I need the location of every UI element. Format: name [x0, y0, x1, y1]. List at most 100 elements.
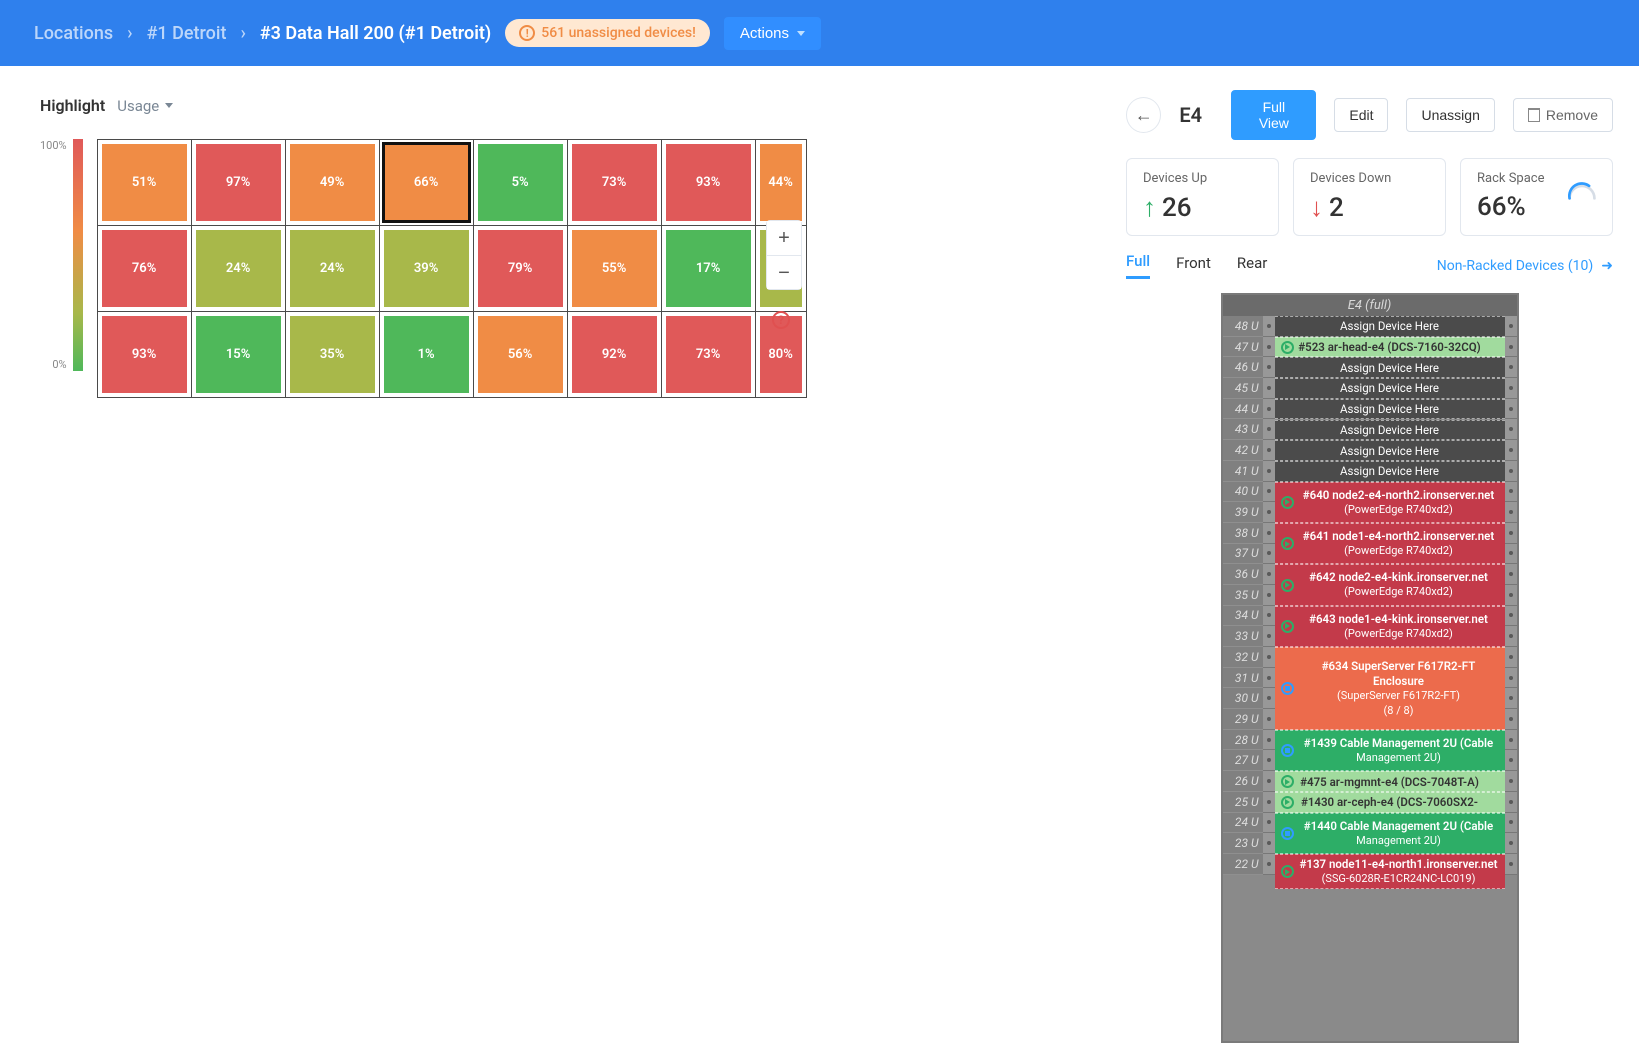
- remove-button[interactable]: Remove: [1513, 98, 1613, 132]
- play-icon: [1281, 496, 1294, 509]
- rack-device[interactable]: #634 SuperServer F617R2-FT Enclosure(Sup…: [1275, 647, 1505, 730]
- rack-tile[interactable]: 1%: [384, 316, 469, 393]
- unassigned-label: 561 unassigned devices!: [541, 25, 696, 41]
- rack-rail: [1263, 316, 1275, 875]
- tab-full[interactable]: Full: [1126, 252, 1150, 279]
- help-icon[interactable]: ?: [772, 311, 790, 329]
- rack-tile[interactable]: 15%: [196, 316, 281, 393]
- rack-detail-panel: ← E4 Full View Edit Unassign Remove Devi…: [1099, 66, 1639, 1043]
- play-icon: [1281, 796, 1294, 809]
- chevron-down-icon: [797, 31, 805, 36]
- assign-slot[interactable]: Assign Device Here: [1275, 420, 1505, 441]
- u-label: 26 U: [1223, 771, 1263, 792]
- rack-tile[interactable]: 55%: [572, 230, 657, 307]
- stop-icon: [1281, 682, 1294, 695]
- stat-value: 66%: [1477, 192, 1526, 222]
- rack-tile[interactable]: 66%: [384, 144, 469, 221]
- play-icon: [1281, 537, 1294, 550]
- tab-rear[interactable]: Rear: [1237, 254, 1267, 278]
- rack-title: E4 (full): [1223, 295, 1517, 316]
- stop-icon: [1281, 827, 1294, 840]
- rack-device[interactable]: #475 ar-mgmnt-e4 (DCS-7048T-A): [1275, 771, 1505, 792]
- usage-scale: 100% 0%: [40, 139, 83, 371]
- rack-device[interactable]: #641 node1-e4-north2.ironserver.net(Powe…: [1275, 523, 1505, 564]
- u-label: 45 U: [1223, 378, 1263, 399]
- rack-tile[interactable]: 5%: [478, 144, 563, 221]
- top-header: Locations › #1 Detroit › #3 Data Hall 20…: [0, 0, 1639, 66]
- breadcrumb-loc1[interactable]: #1 Detroit: [147, 23, 227, 44]
- rack-tile[interactable]: 35%: [290, 316, 375, 393]
- rack-device[interactable]: #1430 ar-ceph-e4 (DCS-7060SX2-: [1275, 792, 1505, 813]
- rack-tile[interactable]: 93%: [666, 144, 751, 221]
- arrow-up-icon: ↑: [1143, 192, 1156, 223]
- rack-rail: [1505, 316, 1517, 875]
- rack-tile[interactable]: 49%: [290, 144, 375, 221]
- u-label: 42 U: [1223, 440, 1263, 461]
- assign-slot[interactable]: Assign Device Here: [1275, 316, 1505, 337]
- zoom-out-button[interactable]: −: [767, 255, 801, 289]
- actions-button[interactable]: Actions: [724, 17, 821, 50]
- u-label: 33 U: [1223, 626, 1263, 647]
- assign-slot[interactable]: Assign Device Here: [1275, 357, 1505, 378]
- assign-slot[interactable]: Assign Device Here: [1275, 378, 1505, 399]
- scale-max: 100%: [40, 139, 67, 152]
- stop-icon: [1281, 744, 1294, 757]
- u-label: 47 U: [1223, 337, 1263, 358]
- rack-tile[interactable]: 73%: [666, 316, 751, 393]
- u-label: 43 U: [1223, 419, 1263, 440]
- highlight-mode-select[interactable]: Usage: [117, 97, 173, 115]
- rack-device[interactable]: #642 node2-e4-kink.ironserver.net(PowerE…: [1275, 564, 1505, 605]
- rack-device[interactable]: #137 node11-e4-north1.ironserver.net(SSG…: [1275, 854, 1505, 889]
- assign-slot[interactable]: Assign Device Here: [1275, 399, 1505, 420]
- rack-tile[interactable]: 79%: [478, 230, 563, 307]
- rack-slots: #523 ar-head-e4 (DCS-7160-32CQ) #640 node…: [1275, 316, 1505, 875]
- u-label: 39 U: [1223, 502, 1263, 523]
- stat-devices-down: Devices Down ↓2: [1293, 158, 1446, 236]
- rack-device[interactable]: #640 node2-e4-north2.ironserver.net(Powe…: [1275, 482, 1505, 523]
- chevron-right-icon: ›: [240, 23, 245, 44]
- rack-tile[interactable]: 24%: [290, 230, 375, 307]
- breadcrumb: Locations › #1 Detroit › #3 Data Hall 20…: [34, 23, 491, 44]
- rack-tile[interactable]: 44%: [760, 144, 802, 221]
- u-label: 27 U: [1223, 750, 1263, 771]
- u-label: 36 U: [1223, 564, 1263, 585]
- full-view-button[interactable]: Full View: [1231, 90, 1316, 140]
- edit-button[interactable]: Edit: [1334, 98, 1388, 132]
- assign-slot[interactable]: Assign Device Here: [1275, 440, 1505, 461]
- rack-tile[interactable]: 97%: [196, 144, 281, 221]
- rack-device[interactable]: #1439 Cable Management 2U (CableManageme…: [1275, 730, 1505, 771]
- u-label: 25 U: [1223, 792, 1263, 813]
- zoom-in-button[interactable]: +: [767, 221, 801, 255]
- rack-tile[interactable]: 24%: [196, 230, 281, 307]
- non-racked-link[interactable]: Non-Racked Devices (10) ➜: [1437, 258, 1613, 274]
- rack-tile[interactable]: 73%: [572, 144, 657, 221]
- stat-label: Devices Up: [1143, 171, 1262, 186]
- rack-tile[interactable]: 76%: [102, 230, 187, 307]
- u-label: 35 U: [1223, 585, 1263, 606]
- rack-device[interactable]: #643 node1-e4-kink.ironserver.net(PowerE…: [1275, 606, 1505, 647]
- breadcrumb-locations[interactable]: Locations: [34, 23, 113, 44]
- u-label: 30 U: [1223, 688, 1263, 709]
- play-icon: [1281, 775, 1294, 788]
- rack-tile[interactable]: 51%: [102, 144, 187, 221]
- rack-tile[interactable]: 56%: [478, 316, 563, 393]
- rack-grid: 51%97%49%66%5%73%93%44%76%24%24%39%79%55…: [97, 139, 807, 398]
- back-button[interactable]: ←: [1126, 97, 1161, 133]
- u-label: 44 U: [1223, 399, 1263, 420]
- u-label: 38 U: [1223, 523, 1263, 544]
- rack-tile[interactable]: 39%: [384, 230, 469, 307]
- rack-tile[interactable]: 92%: [572, 316, 657, 393]
- rack-device[interactable]: #523 ar-head-e4 (DCS-7160-32CQ): [1275, 337, 1505, 358]
- assign-slot[interactable]: Assign Device Here: [1275, 461, 1505, 482]
- unassign-button[interactable]: Unassign: [1406, 98, 1494, 132]
- rack-tile[interactable]: 93%: [102, 316, 187, 393]
- tab-front[interactable]: Front: [1176, 254, 1211, 278]
- gauge-icon: [1566, 177, 1598, 209]
- unassigned-devices-pill[interactable]: ! 561 unassigned devices!: [505, 19, 710, 47]
- rack-device[interactable]: #1440 Cable Management 2U (CableManageme…: [1275, 813, 1505, 854]
- u-label: 48 U: [1223, 316, 1263, 337]
- stat-devices-up: Devices Up ↑26: [1126, 158, 1279, 236]
- scale-min: 0%: [40, 358, 67, 371]
- rack-name: E4: [1179, 103, 1213, 127]
- rack-tile[interactable]: 17%: [666, 230, 751, 307]
